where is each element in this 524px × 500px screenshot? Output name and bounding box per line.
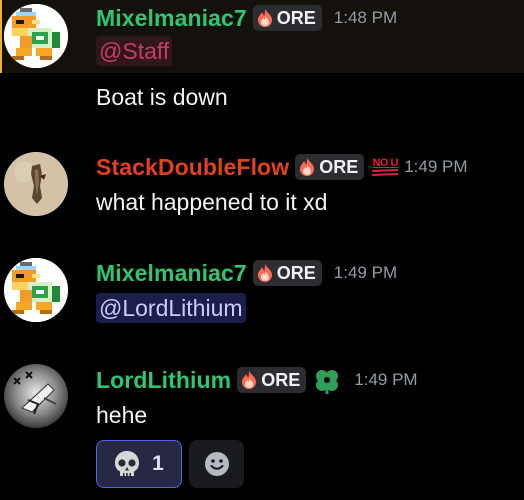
message-content: what happened to it xd	[96, 189, 328, 215]
pixel-koopa-avatar-icon	[4, 258, 68, 322]
reaction-button[interactable]: 1	[96, 440, 182, 488]
server-tag[interactable]: ORE	[237, 367, 307, 393]
message-content: Boat is down	[96, 84, 228, 110]
timestamp[interactable]: 1:48 PM	[334, 8, 397, 28]
server-tag[interactable]: ORE	[252, 260, 322, 286]
user-mention[interactable]: @LordLithium	[96, 293, 246, 323]
server-tag[interactable]: ORE	[295, 154, 365, 180]
message-content: @Staff	[96, 36, 173, 66]
avatar[interactable]	[4, 152, 68, 216]
message-header: Mixelmaniac7 ORE 1:48 PM	[96, 3, 397, 33]
server-tag-label: ORE	[261, 369, 301, 390]
add-reaction-button[interactable]	[189, 440, 244, 488]
no-u-badge-icon: NO U	[370, 156, 400, 177]
pixel-koopa-avatar-icon	[4, 4, 68, 68]
stick-avatar-icon	[4, 152, 68, 216]
server-tag-label: ORE	[276, 7, 316, 28]
chat-log: Mixelmaniac7 ORE 1:48 PM @Staff Boat is …	[0, 0, 524, 500]
timestamp[interactable]: 1:49 PM	[354, 370, 417, 390]
message-header: StackDoubleFlow ORE NO U 1:49 PM	[96, 152, 468, 182]
message-content: @LordLithium	[96, 293, 246, 323]
role-mention[interactable]: @Staff	[96, 36, 173, 66]
flame-icon	[257, 264, 272, 282]
flame-icon	[242, 371, 257, 389]
avatar[interactable]	[4, 258, 68, 322]
username[interactable]: Mixelmaniac7	[96, 260, 247, 287]
message-content: hehe	[96, 402, 148, 428]
server-tag[interactable]: ORE	[252, 5, 322, 31]
timestamp[interactable]: 1:49 PM	[404, 157, 467, 177]
green-clover-icon[interactable]	[312, 365, 342, 395]
skull-icon	[115, 451, 140, 476]
username[interactable]: Mixelmaniac7	[96, 5, 247, 32]
username[interactable]: StackDoubleFlow	[96, 154, 289, 181]
avatar[interactable]	[4, 4, 68, 68]
smiley-add-reaction-icon	[204, 452, 229, 476]
no-u-badge-text: NO U	[372, 156, 398, 169]
message-header: LordLithium ORE 1:49 PM	[96, 365, 418, 395]
timestamp[interactable]: 1:49 PM	[334, 263, 397, 283]
flame-icon	[300, 158, 315, 176]
metallic-sketch-avatar-icon	[4, 364, 68, 428]
reaction-count: 1	[152, 452, 164, 475]
username[interactable]: LordLithium	[96, 367, 231, 394]
server-tag-label: ORE	[276, 262, 316, 283]
avatar[interactable]	[4, 364, 68, 428]
message-header: Mixelmaniac7 ORE 1:49 PM	[96, 258, 397, 288]
server-tag-label: ORE	[319, 156, 359, 177]
flame-icon	[257, 9, 272, 27]
